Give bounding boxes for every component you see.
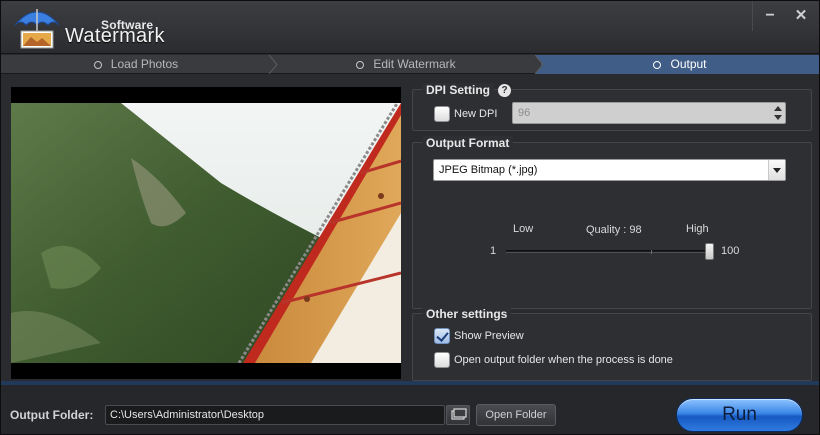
step-label: Output (670, 57, 707, 71)
step-label: Edit Watermark (373, 57, 456, 71)
step-output[interactable]: Output (541, 55, 819, 74)
brand-title: Watermark (65, 25, 165, 47)
quality-high-label: High (686, 223, 709, 235)
close-button[interactable]: ✕ (790, 5, 812, 27)
dpi-value: 96 (518, 107, 531, 119)
output-folder-label: Output Folder: (10, 408, 94, 422)
preview-photo-image (11, 103, 401, 363)
output-folder-input[interactable]: C:\Users\Administrator\Desktop (105, 405, 445, 425)
folder-browse-icon (451, 408, 467, 420)
output-format-select[interactable]: JPEG Bitmap (*.jpg) (433, 159, 786, 181)
chevron-right-icon (268, 55, 278, 74)
open-folder-checkbox[interactable] (434, 352, 450, 368)
step-label: Load Photos (110, 57, 179, 71)
spin-arrows-icon[interactable] (774, 105, 782, 121)
open-folder-button[interactable]: Open Folder (476, 404, 556, 426)
quality-min-label: 1 (490, 245, 497, 257)
new-dpi-checkbox[interactable] (434, 106, 450, 122)
umbrella-logo-icon (14, 9, 60, 49)
dpi-value-stepper[interactable]: 96 (512, 102, 786, 124)
output-format-title: Output Format (422, 136, 514, 150)
open-folder-label: Open output folder when the process is d… (454, 354, 673, 366)
output-format-group: Output Format JPEG Bitmap (*.jpg) Low Qu… (412, 136, 812, 309)
quality-low-label: Low (513, 223, 534, 235)
show-preview-checkbox[interactable] (434, 328, 450, 344)
quality-slider-thumb[interactable] (705, 243, 715, 260)
quality-max-label: 100 (721, 245, 740, 257)
run-button[interactable]: Run (676, 398, 803, 432)
titlebar-divider (752, 1, 753, 31)
step-dot-icon (356, 60, 365, 69)
quality-slider-tick (651, 250, 652, 254)
help-icon[interactable]: ? (498, 84, 511, 97)
other-settings-group: Other settings Show Preview Open output … (412, 307, 812, 381)
dpi-setting-title: DPI Setting (422, 83, 495, 97)
step-dot-icon (653, 60, 662, 69)
other-settings-title: Other settings (422, 307, 512, 321)
app-window: Software Watermark − ✕ Load Photos Edit … (0, 0, 820, 435)
title-bar: Software Watermark − ✕ (1, 1, 819, 54)
chevron-right-icon (535, 55, 547, 74)
photo-preview (11, 87, 401, 379)
output-format-value: JPEG Bitmap (*.jpg) (439, 164, 538, 176)
new-dpi-label: New DPI (454, 108, 498, 120)
dpi-setting-group: DPI Setting ? New DPI 96 (412, 83, 812, 131)
minimize-button[interactable]: − (759, 5, 781, 27)
dropdown-arrow-icon[interactable] (768, 160, 785, 180)
bottom-bar: Output Folder: C:\Users\Administrator\De… (1, 381, 819, 434)
quality-value-label: Quality : 98 (586, 224, 642, 236)
step-load-photos[interactable]: Load Photos (1, 55, 271, 74)
step-bar: Load Photos Edit Watermark Output (1, 55, 819, 74)
step-edit-watermark[interactable]: Edit Watermark (271, 55, 541, 74)
browse-folder-button[interactable] (446, 405, 470, 425)
step-dot-icon (93, 60, 102, 69)
quality-slider-track[interactable] (506, 250, 714, 253)
show-preview-label: Show Preview (454, 330, 524, 342)
